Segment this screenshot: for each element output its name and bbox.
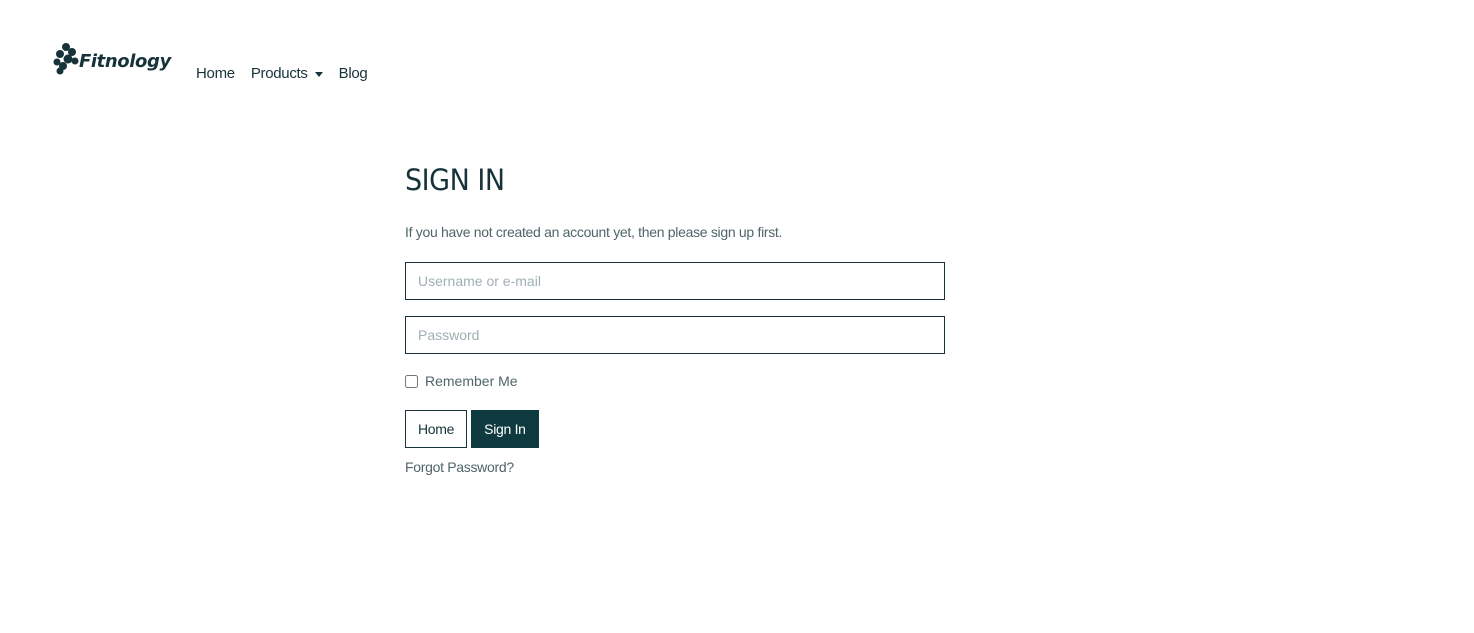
main-nav: Home Products Blog [196,64,383,84]
fitnology-logo-icon [53,43,79,75]
forgot-password-link[interactable]: Forgot Password? [405,459,514,475]
signin-form: SIGN IN If you have not created an accou… [405,160,945,475]
remember-me-checkbox[interactable] [405,374,418,388]
nav-products-label: Products [250,65,308,82]
caret-down-icon [314,72,323,77]
nav-home-link[interactable]: Home [196,64,235,84]
remember-me[interactable]: Remember Me [405,373,518,389]
page-title: SIGN IN [405,163,505,197]
sign-in-button[interactable]: Sign In [471,410,539,448]
brand-name: Fitnology [79,50,171,72]
form-actions: Home Sign In [405,410,539,448]
remember-me-label: Remember Me [425,373,518,389]
brand-logo[interactable]: Fitnology [52,42,171,76]
nav-blog-link[interactable]: Blog [339,64,368,84]
signin-intro-text: If you have not created an account yet, … [405,224,783,240]
navbar: Fitnology Home Products Blog [0,0,1474,110]
nav-products-dropdown[interactable]: Products [251,64,323,84]
username-input[interactable] [405,262,945,300]
password-input[interactable] [405,316,945,354]
home-button[interactable]: Home [405,410,468,448]
